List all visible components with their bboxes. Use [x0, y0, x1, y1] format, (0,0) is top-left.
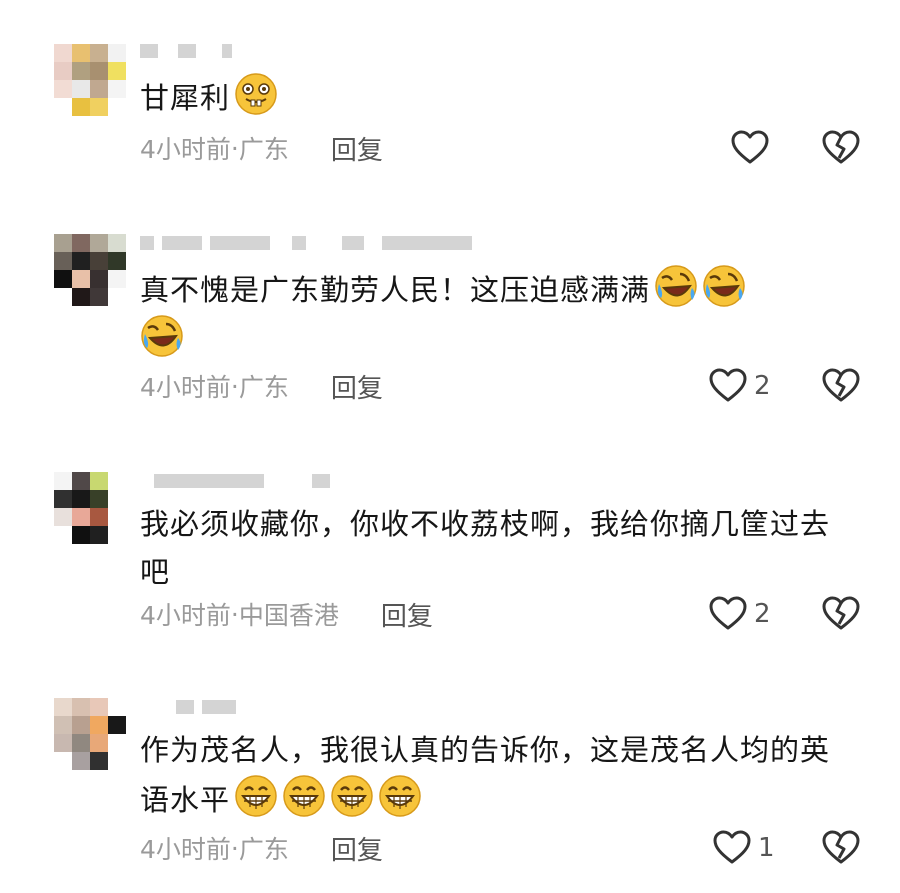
- like-button[interactable]: 1: [712, 828, 792, 868]
- like-count: 1: [758, 833, 775, 863]
- reply-button[interactable]: 回复: [331, 830, 383, 867]
- comment-item: 作为茂名人，我很认真的告诉你，这是茂名人均的英语水平 4小时前 · 广东 回复 …: [0, 0, 900, 893]
- comment-time: 4小时前: [140, 835, 231, 864]
- comment-meta: 4小时前 · 广东 回复: [140, 828, 383, 868]
- comment-text: 作为茂名人，我很认真的告诉你，这是茂名人均的英语水平: [140, 726, 840, 824]
- grin-icon: [282, 774, 326, 818]
- heart-icon: [712, 828, 752, 868]
- grin-icon: [234, 774, 278, 818]
- comment-location: 广东: [238, 835, 289, 864]
- broken-heart-icon[interactable]: [820, 828, 862, 868]
- username-blurred[interactable]: [140, 698, 236, 716]
- meta-separator: ·: [230, 833, 239, 863]
- grin-icon: [330, 774, 374, 818]
- avatar[interactable]: [54, 698, 126, 770]
- grin-icon: [378, 774, 422, 818]
